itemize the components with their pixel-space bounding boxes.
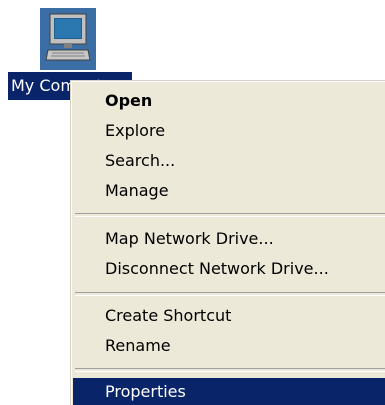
menu-separator — [75, 368, 385, 372]
context-menu: Open Explore Search... Manage Map Networ… — [70, 80, 385, 405]
computer-icon — [45, 13, 91, 61]
menu-item-open[interactable]: Open — [73, 86, 385, 116]
desktop[interactable]: My Computer Open Explore Search... Manag… — [0, 0, 385, 405]
menu-separator — [75, 213, 385, 217]
menu-item-properties[interactable]: Properties — [73, 378, 385, 405]
menu-item-map-network-drive[interactable]: Map Network Drive... — [73, 224, 385, 254]
menu-item-explore[interactable]: Explore — [73, 116, 385, 146]
menu-item-manage[interactable]: Manage — [73, 176, 385, 206]
menu-item-disconnect-network-drive[interactable]: Disconnect Network Drive... — [73, 254, 385, 284]
menu-item-search[interactable]: Search... — [73, 146, 385, 176]
menu-separator — [75, 292, 385, 296]
menu-item-create-shortcut[interactable]: Create Shortcut — [73, 301, 385, 331]
menu-item-rename[interactable]: Rename — [73, 331, 385, 361]
